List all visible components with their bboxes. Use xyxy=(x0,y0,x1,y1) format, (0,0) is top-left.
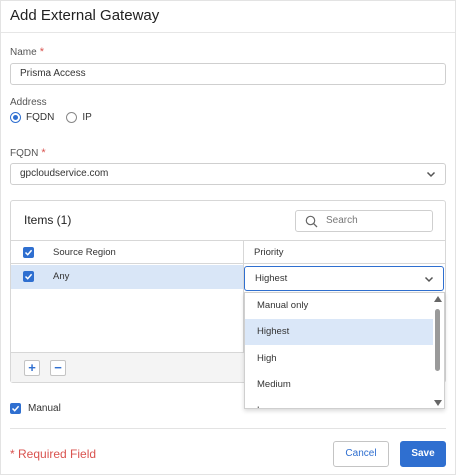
add-external-gateway-dialog: Add External Gateway Name * Prisma Access… xyxy=(0,0,456,475)
name-input[interactable]: Prisma Access xyxy=(10,63,446,85)
fqdn-label-wrap: FQDN * xyxy=(10,147,46,159)
priority-select[interactable]: Highest xyxy=(244,266,444,291)
select-all-checkbox[interactable] xyxy=(23,247,34,258)
priority-value: Highest xyxy=(255,273,288,284)
items-title: Items (1) xyxy=(24,213,72,227)
fqdn-radio-label[interactable]: FQDN xyxy=(26,112,54,123)
scrollbar-thumb[interactable] xyxy=(435,309,440,371)
footer-divider xyxy=(10,428,446,429)
title-divider xyxy=(1,32,455,33)
add-row-button[interactable]: + xyxy=(24,360,40,376)
chevron-down-icon xyxy=(426,171,436,178)
priority-option[interactable]: Medium xyxy=(245,372,433,398)
table-row[interactable]: Any xyxy=(11,265,243,289)
ip-radio-label[interactable]: IP xyxy=(82,112,91,123)
priority-option[interactable]: Low xyxy=(245,398,433,408)
priority-option[interactable]: High xyxy=(245,346,433,372)
fqdn-label: FQDN xyxy=(10,148,39,159)
cancel-button[interactable]: Cancel xyxy=(333,441,389,467)
source-region-cell: Any xyxy=(53,271,70,282)
save-button[interactable]: Save xyxy=(400,441,446,467)
priority-option[interactable]: Highest xyxy=(245,319,433,345)
column-header-priority[interactable]: Priority xyxy=(254,247,284,258)
remove-row-button[interactable]: − xyxy=(50,360,66,376)
dropdown-scrollbar[interactable] xyxy=(433,293,443,408)
required-field-text: Required Field xyxy=(18,447,97,461)
search-placeholder: Search xyxy=(326,215,358,226)
priority-dropdown-list: Manual only Highest High Medium Low xyxy=(244,292,445,409)
name-label-wrap: Name * xyxy=(10,46,44,58)
fqdn-value: gpcloudservice.com xyxy=(20,168,109,179)
required-asterisk: * xyxy=(39,46,44,58)
required-field-note: * Required Field xyxy=(10,447,96,461)
dialog-title: Add External Gateway xyxy=(10,7,160,24)
ip-radio[interactable] xyxy=(66,112,78,123)
row-checkbox[interactable] xyxy=(23,271,34,282)
items-search-input[interactable]: Search xyxy=(295,210,433,232)
column-header-source-region[interactable]: Source Region xyxy=(53,247,116,258)
check-icon xyxy=(24,249,33,256)
items-table-header: Source Region Priority xyxy=(11,240,445,264)
priority-option[interactable]: Manual only xyxy=(245,293,433,319)
scroll-down-arrow-icon[interactable] xyxy=(434,400,442,406)
check-icon xyxy=(11,405,20,412)
fqdn-radio[interactable] xyxy=(10,112,21,123)
scroll-up-arrow-icon[interactable] xyxy=(434,296,442,302)
search-icon xyxy=(305,215,318,228)
manual-label: Manual xyxy=(28,403,61,414)
required-asterisk: * xyxy=(41,147,46,159)
check-icon xyxy=(24,273,33,280)
chevron-down-icon xyxy=(424,276,434,283)
required-asterisk: * xyxy=(10,447,15,461)
name-label: Name xyxy=(10,47,37,58)
address-label: Address xyxy=(10,97,47,108)
fqdn-select[interactable]: gpcloudservice.com xyxy=(10,163,446,185)
manual-checkbox[interactable] xyxy=(10,403,21,414)
address-radio-group: FQDN IP xyxy=(10,112,92,123)
